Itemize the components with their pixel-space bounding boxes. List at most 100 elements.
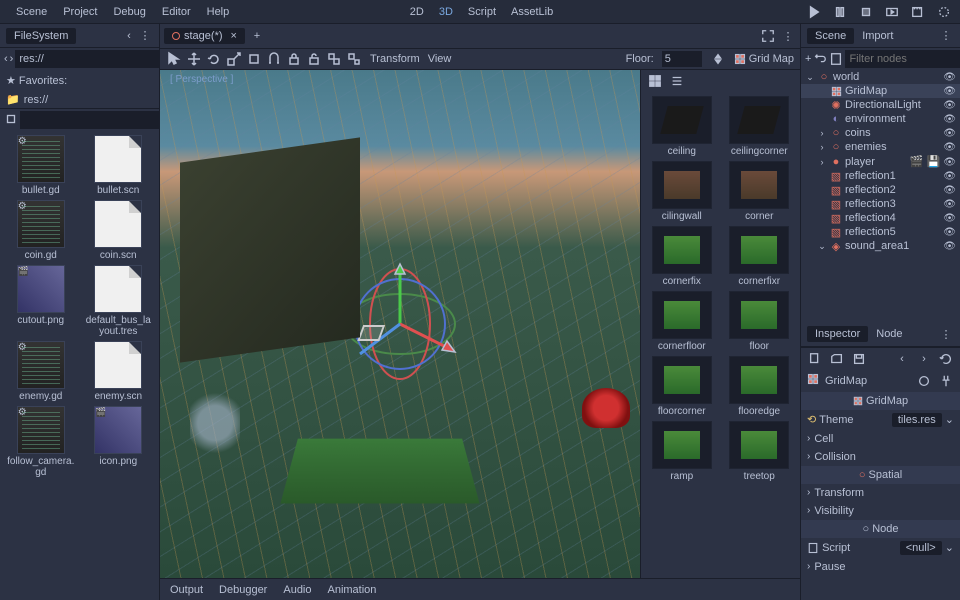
file-item[interactable]: enemy.scn [82,341,156,402]
palette-item[interactable]: cornerfloor [645,291,719,352]
palette-item[interactable]: cornerfix [645,226,719,287]
import-dock-tab[interactable]: Import [854,28,901,44]
attach-script-icon[interactable] [829,51,843,67]
render-icon[interactable] [936,4,952,20]
move-tool-icon[interactable] [186,51,202,67]
scene-node-world[interactable]: ⌄○world👁 [801,70,960,84]
file-item[interactable]: bullet.scn [82,135,156,196]
workspace-3d-button[interactable]: 3D [436,6,453,18]
scene-node-reflection1[interactable]: ▧reflection1👁 [801,169,960,183]
pause-section[interactable]: Pause [801,558,960,576]
scene-node-reflection4[interactable]: ▧reflection4👁 [801,211,960,225]
pause-icon[interactable] [832,4,848,20]
viewport-3d[interactable]: [ Perspective ] [160,70,640,578]
scene-tab-stage[interactable]: stage(*) × [164,28,245,44]
visibility-icon[interactable]: 👁 [943,128,956,139]
visibility-icon[interactable]: 👁 [943,86,956,97]
filter-nodes-input[interactable] [845,50,960,68]
menu-debug[interactable]: Debug [105,6,153,18]
palette-item[interactable]: floorcorner [645,356,719,417]
menu-editor[interactable]: Editor [154,6,199,18]
scene-node-player[interactable]: ›●player🎬💾👁 [801,154,960,169]
cell-section[interactable]: Cell [801,430,960,448]
expand-icon[interactable]: › [817,157,827,167]
prev-dir-icon[interactable]: ‹ [121,28,137,44]
history-next-icon[interactable]: › [916,351,932,367]
menu-project[interactable]: Project [55,6,105,18]
history-prev-icon[interactable]: ‹ [894,351,910,367]
palette-item[interactable]: ramp [645,421,719,482]
scene-node-environment[interactable]: ◐environment👁 [801,112,960,126]
distraction-free-icon[interactable] [760,28,776,44]
palette-item[interactable]: floor [723,291,797,352]
theme-value[interactable]: tiles.res [892,413,942,427]
select-tool-icon[interactable] [166,51,182,67]
forward-icon[interactable]: › [10,51,14,67]
object-tools-icon[interactable] [938,373,954,389]
scene-node-enemies[interactable]: ›○enemies👁 [801,140,960,154]
expand-icon[interactable]: › [817,128,827,138]
expand-icon[interactable]: ⌄ [805,72,815,83]
transform-menu[interactable]: Transform [370,53,420,65]
view-menu[interactable]: View [428,53,452,65]
floor-stepper-icon[interactable] [710,51,726,67]
visibility-icon[interactable]: 👁 [943,241,956,252]
inspector-tab[interactable]: Inspector [807,326,868,342]
resource-load-icon[interactable] [829,351,845,367]
scene-dock-tab[interactable]: Scene [807,28,854,44]
visibility-icon[interactable]: 👁 [943,142,956,153]
animation-tab[interactable]: Animation [328,584,377,596]
file-item[interactable]: enemy.gd [4,341,78,402]
script-value[interactable]: <null> [900,541,942,555]
file-item[interactable]: coin.gd [4,200,78,261]
scene-node-reflection2[interactable]: ▧reflection2👁 [801,183,960,197]
file-item[interactable]: follow_camera.gd [4,406,78,478]
file-item[interactable]: cutout.png [4,265,78,337]
visibility-icon[interactable]: 👁 [943,100,956,111]
root-folder[interactable]: 📁 res:// [0,91,159,108]
lock-icon[interactable] [286,51,302,67]
inspector-menu-icon[interactable]: ⋮ [938,326,954,342]
node-tab[interactable]: Node [868,326,910,342]
palette-item[interactable]: treetop [723,421,797,482]
visibility-icon[interactable]: 👁 [943,185,956,196]
theme-property[interactable]: ⟲ Theme tiles.res ⌄ [801,410,960,430]
filesystem-tab[interactable]: FileSystem [6,28,76,44]
file-item[interactable]: bullet.gd [4,135,78,196]
dock-menu-icon[interactable]: ⋮ [137,28,153,44]
object-props-icon[interactable] [916,373,932,389]
visibility-icon[interactable]: 🎬💾👁 [910,155,956,168]
palette-item[interactable]: cilingwall [645,161,719,222]
expand-icon[interactable]: › [817,142,827,152]
play-custom-icon[interactable] [910,4,926,20]
group-icon[interactable] [326,51,342,67]
rotate-tool-icon[interactable] [206,51,222,67]
scene-node-DirectionalLight[interactable]: ✺DirectionalLight👁 [801,98,960,112]
visibility-icon[interactable]: 👁 [943,72,956,83]
collision-section[interactable]: Collision [801,448,960,466]
resource-save-icon[interactable] [851,351,867,367]
file-item[interactable]: default_bus_layout.tres [82,265,156,337]
palette-item[interactable]: flooredge [723,356,797,417]
close-tab-icon[interactable]: × [231,30,237,42]
palette-item[interactable]: ceilingcorner [723,96,797,157]
visibility-icon[interactable]: 👁 [943,213,956,224]
scene-dock-menu-icon[interactable]: ⋮ [938,28,954,44]
audio-tab[interactable]: Audio [283,584,311,596]
visibility-icon[interactable]: 👁 [943,114,956,125]
debugger-tab[interactable]: Debugger [219,584,267,596]
file-item[interactable]: icon.png [82,406,156,478]
scene-node-coins[interactable]: ›○coins👁 [801,126,960,140]
unlock-icon[interactable] [306,51,322,67]
output-tab[interactable]: Output [170,584,203,596]
perspective-label[interactable]: [ Perspective ] [170,74,233,85]
add-node-icon[interactable]: + [805,51,811,67]
scene-node-GridMap[interactable]: GridMap👁 [801,84,960,98]
path-input[interactable] [15,50,165,68]
palette-item[interactable]: ceiling [645,96,719,157]
ungroup-icon[interactable] [346,51,362,67]
play-scene-icon[interactable] [884,4,900,20]
visibility-section[interactable]: Visibility [801,502,960,520]
scene-menu-icon[interactable]: ⋮ [780,28,796,44]
local-space-icon[interactable] [246,51,262,67]
